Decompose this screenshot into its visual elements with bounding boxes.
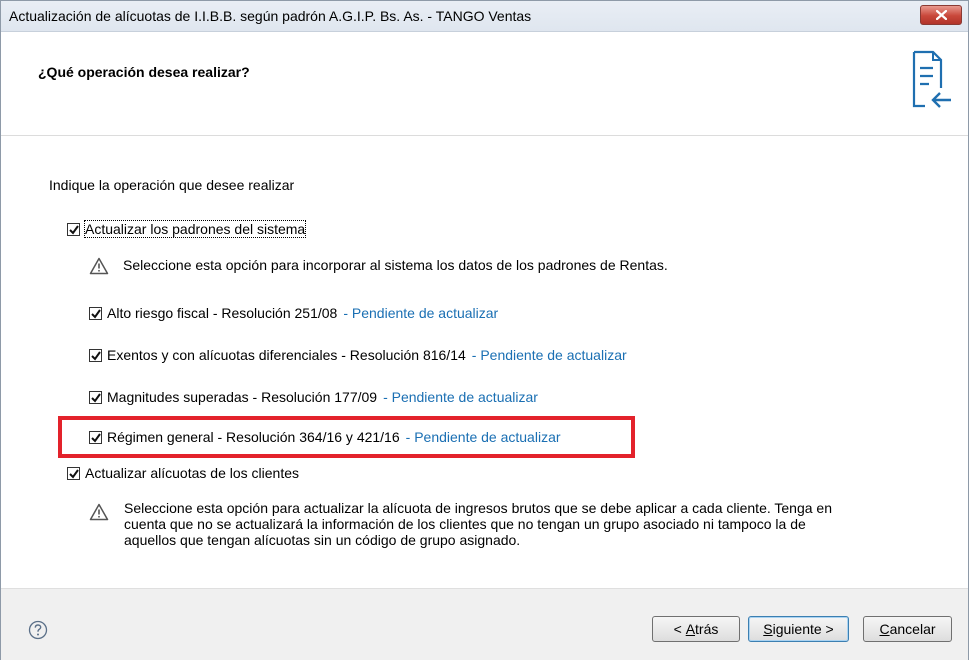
padron-item-status: - Pendiente de actualizar [471,347,627,363]
checkmark-icon [91,432,101,443]
checkmark-icon [91,308,101,319]
back-button-hotkey: A [685,621,696,637]
document-import-icon [912,50,951,108]
dialog-window: Actualización de alícuotas de I.I.B.B. s… [0,0,969,660]
checkmark-icon [69,224,79,235]
next-button-hotkey: S [763,621,773,637]
update-clients-checkbox[interactable] [67,466,80,480]
next-button-label: iguiente > [772,621,834,637]
padron-item-label: Régimen general - Resolución 364/16 y 42… [107,429,400,445]
padron-item-status: - Pendiente de actualizar [343,305,499,321]
clients-note-line: Seleccione esta opción para actualizar l… [124,500,832,516]
next-button[interactable]: Siguiente > [748,616,849,642]
update-clients-label: Actualizar alícuotas de los clientes [85,465,299,481]
checkmark-icon [91,350,101,361]
close-button[interactable] [920,5,962,25]
update-padrones-checkbox[interactable] [67,222,80,236]
update-padrones-label: Actualizar los padrones del sistema [83,220,307,238]
update-padrones-option[interactable]: Actualizar los padrones del sistema [67,220,307,238]
instruction-text: Indique la operación que desee realizar [49,177,295,193]
checkmark-icon [69,468,79,479]
padron-item[interactable]: Magnitudes superadas - Resolución 177/09… [89,389,538,405]
clients-note-line: cuenta que no se actualizará la informac… [124,516,806,532]
update-clients-option[interactable]: Actualizar alícuotas de los clientes [67,465,299,481]
padron-item[interactable]: Alto riesgo fiscal - Resolución 251/08 -… [89,305,498,321]
page-title: ¿Qué operación desea realizar? [38,64,250,80]
window-title: Actualización de alícuotas de I.I.B.B. s… [9,8,532,24]
cancel-button-hotkey: C [879,621,890,637]
warning-icon [89,257,109,275]
checkmark-icon [91,392,101,403]
help-icon[interactable] [28,620,48,640]
alto-riesgo-checkbox[interactable] [89,306,102,320]
padron-item[interactable]: Régimen general - Resolución 364/16 y 42… [89,429,561,445]
padron-item-label: Exentos y con alícuotas diferenciales - … [107,347,466,363]
padron-item-status: - Pendiente de actualizar [383,389,538,405]
wizard-header: ¿Qué operación desea realizar? [1,32,968,136]
regimen-general-checkbox[interactable] [89,430,102,444]
padron-item[interactable]: Exentos y con alícuotas diferenciales - … [89,347,627,363]
padrones-note: Seleccione esta opción para incorporar a… [123,257,668,273]
cancel-button-label: ancelar [889,621,936,637]
back-button-prefix: < [673,621,686,637]
back-button-label: trás [695,621,719,637]
close-icon [936,10,947,20]
clients-note-line: aquellos que tengan alícuotas sin un cód… [124,532,521,548]
title-bar: Actualización de alícuotas de I.I.B.B. s… [1,1,968,32]
clients-note: Seleccione esta opción para actualizar l… [124,500,832,548]
exentos-checkbox[interactable] [89,348,102,362]
padron-item-label: Alto riesgo fiscal - Resolución 251/08 [107,305,338,321]
padron-item-label: Magnitudes superadas - Resolución 177/09 [107,389,378,405]
back-button[interactable]: < Atrás [652,616,740,642]
cancel-button[interactable]: Cancelar [863,616,952,642]
magnitudes-checkbox[interactable] [89,390,102,404]
padron-item-status: - Pendiente de actualizar [405,429,561,445]
warning-icon [89,503,109,521]
